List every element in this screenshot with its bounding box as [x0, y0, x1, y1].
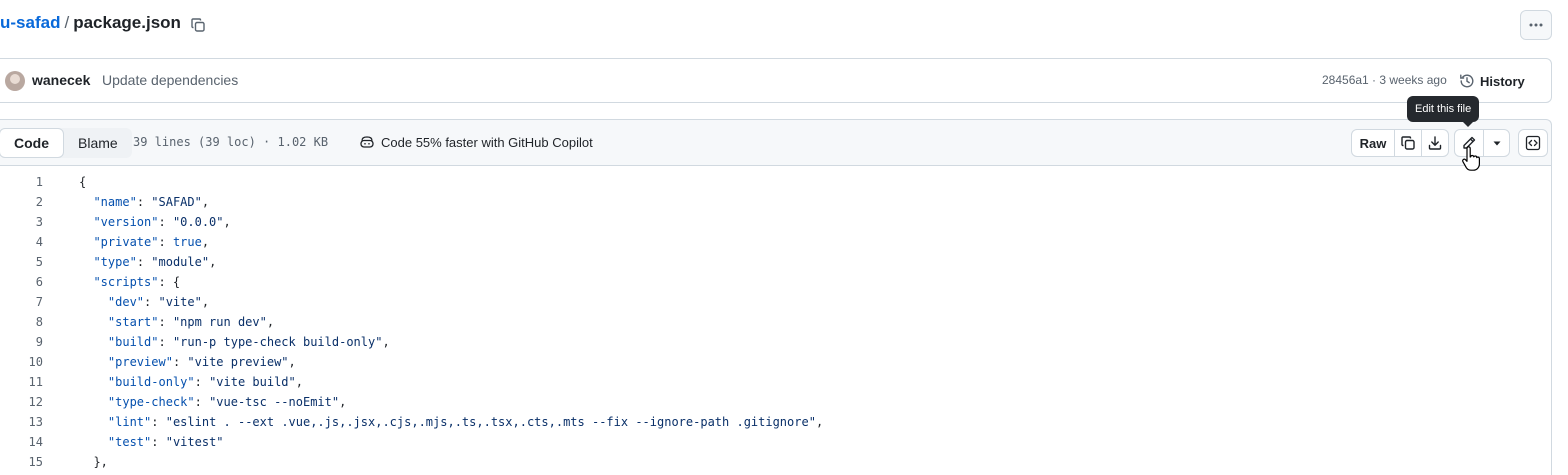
- latest-commit-box: wanecek Update dependencies 28456a1 · 3 …: [0, 58, 1552, 103]
- copy-icon: [1400, 135, 1416, 151]
- line-content: "build-only": "vite build",: [107, 375, 303, 389]
- code-line: 8 "start": "npm run dev",: [0, 312, 1533, 332]
- breadcrumb-separator: /: [64, 13, 70, 32]
- code-line: 7 "dev": "vite",: [0, 292, 1533, 312]
- history-label: History: [1480, 73, 1525, 89]
- copilot-promo-label: Code 55% faster with GitHub Copilot: [381, 134, 593, 150]
- line-number[interactable]: 2: [0, 192, 43, 212]
- avatar[interactable]: [5, 71, 25, 91]
- line-number[interactable]: 12: [0, 392, 43, 412]
- line-number[interactable]: 11: [0, 372, 43, 392]
- code-square-icon: [1525, 135, 1541, 151]
- line-number[interactable]: 5: [0, 252, 43, 272]
- triangle-down-icon: [1492, 138, 1502, 148]
- code-view[interactable]: 1{2 "name": "SAFAD", 3 "version": "0.0.0"…: [0, 165, 1552, 475]
- commit-message[interactable]: Update dependencies: [102, 72, 238, 88]
- line-content: "type-check": "vue-tsc --noEmit",: [107, 395, 347, 409]
- line-content: "scripts": {: [93, 275, 181, 289]
- download-button[interactable]: [1421, 130, 1448, 156]
- line-content: "version": "0.0.0",: [93, 215, 231, 229]
- commit-meta[interactable]: 28456a1 · 3 weeks ago: [1322, 73, 1447, 87]
- raw-button[interactable]: Raw: [1352, 130, 1394, 156]
- line-number[interactable]: 3: [0, 212, 43, 232]
- code-line: 2 "name": "SAFAD",: [0, 192, 1533, 212]
- tab-blame[interactable]: Blame: [64, 128, 132, 158]
- line-content: "build": "run-p type-check build-only",: [107, 335, 390, 349]
- code-line: 12 "type-check": "vue-tsc --noEmit",: [0, 392, 1533, 412]
- line-content: "type": "module",: [93, 255, 217, 269]
- line-content: "start": "npm run dev",: [107, 315, 275, 329]
- code-line: 5 "type": "module",: [0, 252, 1533, 272]
- line-content: "test": "vitest": [107, 435, 224, 449]
- code-line: 4 "private": true,: [0, 232, 1533, 252]
- line-number[interactable]: 8: [0, 312, 43, 332]
- breadcrumb-file-name: package.json: [73, 13, 181, 32]
- history-icon: [1459, 73, 1475, 89]
- file-info: 39 lines (39 loc) · 1.02 KB: [133, 135, 329, 149]
- code-line: 1{: [0, 172, 1533, 192]
- code-line: 9 "build": "run-p type-check build-only"…: [0, 332, 1533, 352]
- view-toggle: Code Blame: [0, 128, 132, 158]
- edit-file-tooltip: Edit this file: [1407, 96, 1480, 127]
- hand-pointer-icon: [1461, 146, 1481, 172]
- code-line: 11 "build-only": "vite build",: [0, 372, 1533, 392]
- line-content: "preview": "vite preview",: [107, 355, 296, 369]
- line-content: {: [79, 175, 87, 189]
- code-line: 3 "version": "0.0.0",: [0, 212, 1533, 232]
- copy-raw-button[interactable]: [1394, 130, 1421, 156]
- line-number[interactable]: 10: [0, 352, 43, 372]
- tab-code[interactable]: Code: [0, 128, 64, 158]
- line-content: "lint": "eslint . --ext .vue,.js,.jsx,.c…: [107, 415, 824, 429]
- line-number[interactable]: 13: [0, 412, 43, 432]
- edit-options-dropdown[interactable]: [1483, 130, 1509, 156]
- line-content: },: [79, 455, 108, 469]
- breadcrumb: u-safad / package.json: [0, 13, 181, 33]
- kebab-horizontal-icon: [1528, 17, 1544, 33]
- code-line: 14 "test": "vitest": [0, 432, 1533, 452]
- line-number[interactable]: 6: [0, 272, 43, 292]
- download-icon: [1427, 135, 1443, 151]
- line-number[interactable]: 1: [0, 172, 43, 192]
- line-content: "dev": "vite",: [107, 295, 210, 309]
- copilot-promo-link[interactable]: Code 55% faster with GitHub Copilot: [359, 134, 593, 150]
- copy-path-icon[interactable]: [188, 15, 208, 35]
- line-number[interactable]: 15: [0, 452, 43, 472]
- copilot-icon: [359, 134, 375, 150]
- more-options-button[interactable]: [1520, 10, 1552, 40]
- line-number[interactable]: 9: [0, 332, 43, 352]
- line-number[interactable]: 7: [0, 292, 43, 312]
- raw-actions-group: Raw: [1351, 129, 1449, 157]
- code-line: 10 "preview": "vite preview",: [0, 352, 1533, 372]
- history-button[interactable]: History: [1459, 67, 1525, 95]
- line-content: "private": true,: [93, 235, 210, 249]
- symbols-panel-button[interactable]: [1518, 129, 1548, 157]
- file-breadcrumb-bar: u-safad / package.json: [0, 0, 1568, 50]
- code-line: 13 "lint": "eslint . --ext .vue,.js,.jsx…: [0, 412, 1533, 432]
- breadcrumb-repo-link[interactable]: u-safad: [0, 13, 60, 32]
- code-line: 6 "scripts": {: [0, 272, 1533, 292]
- line-number[interactable]: 4: [0, 232, 43, 252]
- commit-author[interactable]: wanecek: [32, 72, 90, 88]
- line-content: "name": "SAFAD",: [93, 195, 210, 209]
- file-header: Code Blame 39 lines (39 loc) · 1.02 KB C…: [0, 119, 1552, 165]
- line-number[interactable]: 14: [0, 432, 43, 452]
- code-line: 15 },: [0, 452, 1533, 472]
